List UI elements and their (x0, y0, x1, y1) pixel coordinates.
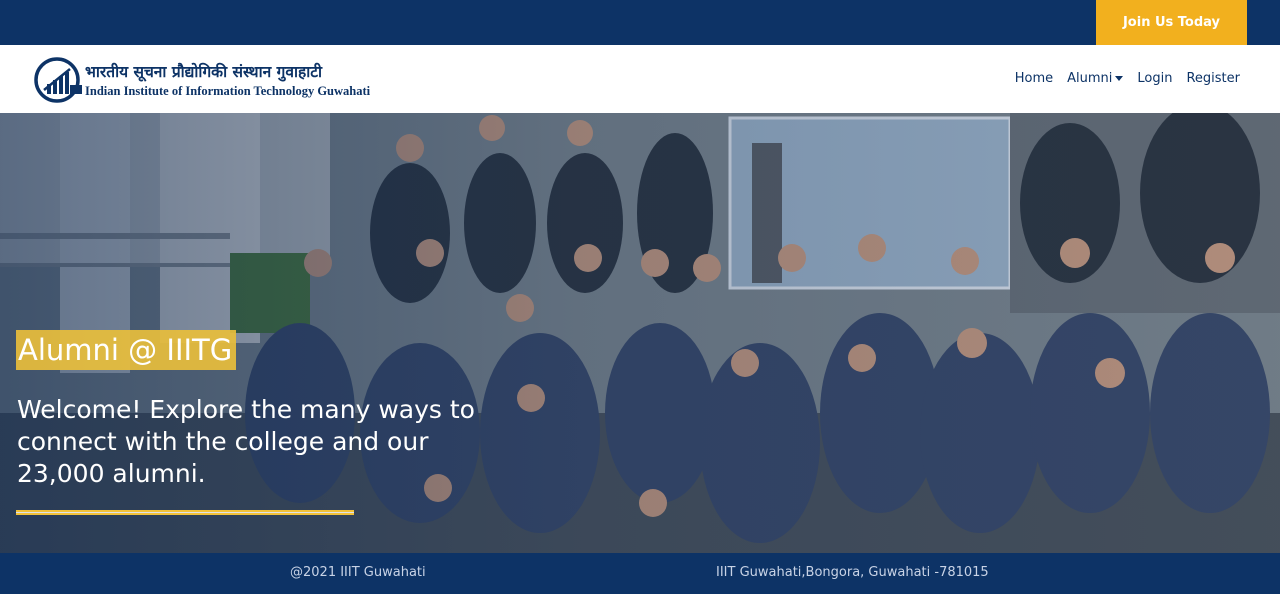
footer-copyright: @2021 IIIT Guwahati (290, 565, 426, 580)
hero-divider (16, 510, 354, 515)
nav-login[interactable]: Login (1137, 71, 1172, 86)
join-us-button[interactable]: Join Us Today (1096, 0, 1247, 45)
nav-home[interactable]: Home (1015, 71, 1053, 86)
nav-register[interactable]: Register (1186, 71, 1240, 86)
institute-logo-icon[interactable] (34, 57, 82, 103)
chevron-down-icon (1115, 76, 1124, 81)
institute-name-hindi: भारतीय सूचना प्रौद्योगिकी संस्थान गुवाहा… (85, 62, 323, 81)
hero-subtitle: Welcome! Explore the many ways to connec… (17, 395, 475, 488)
top-bar: Join Us Today (0, 0, 1280, 45)
nav-alumni-label: Alumni (1067, 71, 1113, 86)
footer (0, 553, 1280, 594)
institute-name-english: Indian Institute of Information Technolo… (85, 84, 371, 98)
footer-address: IIIT Guwahati,Bongora, Guwahati -781015 (716, 565, 989, 580)
hero-title: Alumni @ IIITG (16, 330, 237, 370)
main-nav: Home Alumni Login Register (1015, 71, 1240, 86)
nav-alumni[interactable]: Alumni (1067, 71, 1124, 86)
